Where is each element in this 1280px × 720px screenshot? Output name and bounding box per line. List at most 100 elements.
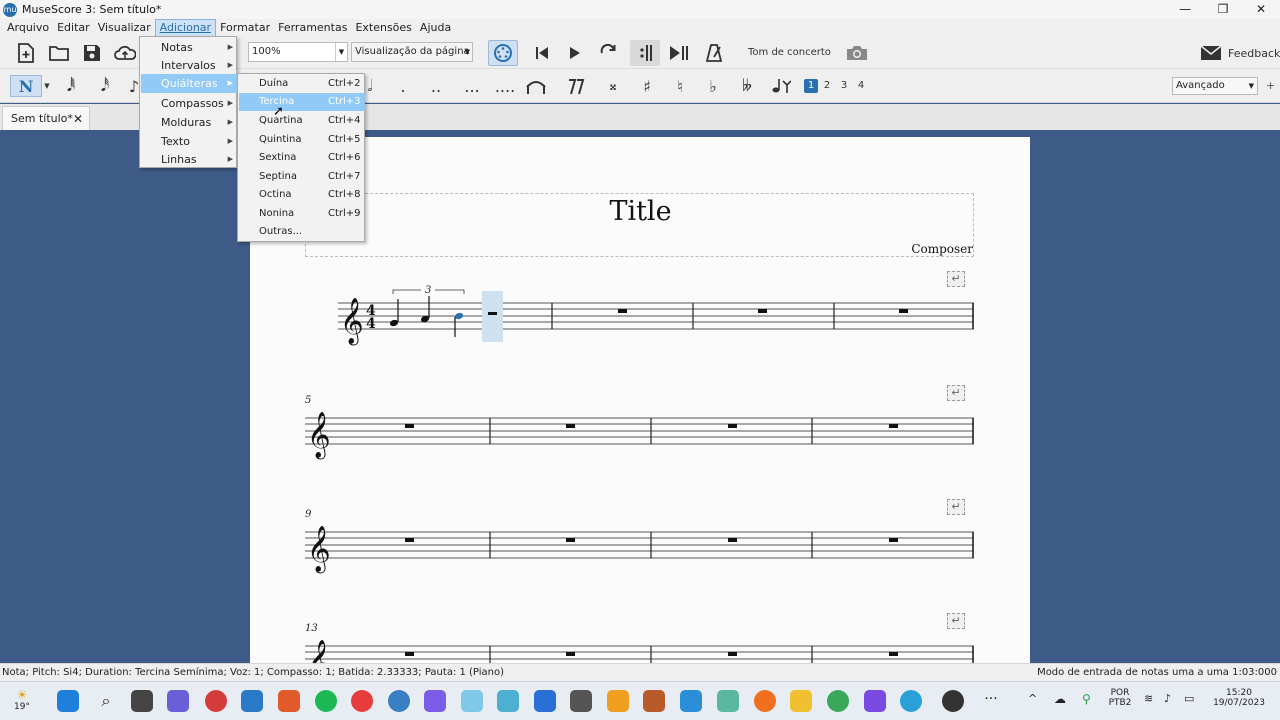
teams-icon[interactable] — [167, 690, 189, 712]
view-mode-select[interactable]: Visualização da página ▼ — [351, 42, 473, 62]
menu-item-sextina[interactable]: Sextina Ctrl+6 — [239, 149, 365, 167]
menu-adicionar[interactable]: Adicionar — [154, 19, 217, 37]
voice-1-button[interactable]: 1 — [804, 79, 818, 93]
language-indicator[interactable]: POR PTB2 — [1104, 688, 1136, 708]
augmentation-dot-icon[interactable]: . — [394, 75, 412, 97]
search-icon[interactable]: ⌕ — [95, 690, 117, 712]
menu-ferramentas[interactable]: Ferramentas — [274, 20, 351, 36]
flip-direction-icon[interactable] — [770, 75, 792, 97]
play-icon[interactable] — [563, 41, 587, 65]
menu-item-nonina[interactable]: Nonina Ctrl+9 — [239, 205, 365, 223]
chevron-down-icon[interactable]: ▼ — [335, 43, 347, 61]
sharp-icon[interactable]: ♯ — [637, 75, 657, 97]
triple-dot-icon[interactable]: ... — [460, 75, 484, 97]
voice-3-button[interactable]: 3 — [837, 79, 851, 93]
microphone-icon[interactable]: ⚲ — [1082, 692, 1091, 706]
menu-formatar[interactable]: Formatar — [216, 20, 274, 36]
menu-item-septina[interactable]: Septina Ctrl+7 — [239, 168, 365, 186]
64th-note-icon[interactable]: 𝅘𝅥𝅱 — [60, 75, 82, 97]
midi-input-icon[interactable] — [488, 40, 518, 66]
mail-icon[interactable] — [680, 690, 702, 712]
voice-2-button[interactable]: 2 — [820, 79, 834, 93]
repeat-playback-icon[interactable] — [630, 40, 660, 66]
close-tab-icon[interactable]: ✕ — [73, 107, 83, 131]
menu-editar[interactable]: Editar — [53, 20, 94, 36]
volume-icon[interactable]: ♪ — [1164, 692, 1171, 705]
menu-item-intervalos[interactable]: Intervalos ▶ — [141, 56, 237, 75]
menu-ajuda[interactable]: Ajuda — [416, 20, 455, 36]
open-folder-icon[interactable] — [47, 41, 71, 65]
save-icon[interactable] — [80, 41, 104, 65]
double-sharp-icon[interactable]: 𝄪 — [603, 75, 623, 97]
quadruple-dot-icon[interactable]: .... — [492, 75, 518, 97]
double-flat-icon[interactable]: 𝄫 — [736, 75, 758, 97]
menu-item-duina[interactable]: Duína Ctrl+2 — [239, 75, 365, 93]
natural-icon[interactable]: ♮ — [670, 75, 690, 97]
concert-pitch-button[interactable]: Tom de concerto — [748, 47, 831, 58]
loop-icon[interactable] — [596, 41, 620, 65]
new-file-icon[interactable] — [14, 41, 38, 65]
menu-item-notas[interactable]: Notas ▶ — [141, 38, 237, 57]
file-explorer-icon[interactable] — [790, 690, 812, 712]
notepad-icon[interactable] — [717, 690, 739, 712]
double-dot-icon[interactable]: .. — [426, 75, 446, 97]
firefox-icon[interactable] — [754, 690, 776, 712]
clock[interactable]: 15:20 19/07/2023 — [1208, 688, 1270, 708]
rewind-icon[interactable] — [530, 41, 554, 65]
app-icon[interactable] — [205, 690, 227, 712]
zoom-input[interactable]: 100% ▼ — [248, 42, 348, 62]
note-input-mode-button[interactable]: N — [10, 75, 42, 97]
task-view-icon[interactable] — [131, 690, 153, 712]
pan-score-icon[interactable] — [667, 41, 691, 65]
camera-icon[interactable] — [845, 41, 869, 65]
chevron-down-icon[interactable]: ▼ — [42, 75, 52, 97]
menu-item-molduras[interactable]: Molduras ▶ — [141, 113, 237, 132]
cloud-icon[interactable]: ☁ — [1054, 692, 1066, 706]
rest-icon[interactable] — [563, 75, 587, 97]
menu-item-linhas[interactable]: Linhas ▶ — [141, 150, 237, 169]
chevron-up-icon[interactable]: ^ — [1028, 692, 1037, 705]
menu-item-texto[interactable]: Texto ▶ — [141, 132, 237, 151]
app-icon[interactable] — [643, 690, 665, 712]
chrome-icon[interactable] — [827, 690, 849, 712]
menu-arquivo[interactable]: Arquivo — [3, 20, 53, 36]
wifi-icon[interactable]: ≋ — [1144, 692, 1153, 705]
feedback-button[interactable]: Feedback — [1200, 45, 1280, 61]
musescore-taskbar-icon[interactable] — [388, 690, 410, 712]
menu-item-compassos[interactable]: Compassos ▶ — [141, 94, 237, 113]
flat-icon[interactable]: ♭ — [703, 75, 723, 97]
obs-icon[interactable] — [942, 690, 964, 712]
cloud-upload-icon[interactable] — [113, 41, 137, 65]
workspace-select[interactable]: Avançado ▼ — [1172, 77, 1258, 95]
close-window-button[interactable]: ✕ — [1242, 0, 1280, 19]
app-icon[interactable] — [461, 690, 483, 712]
windows-start-icon[interactable] — [57, 690, 79, 712]
store-icon[interactable] — [241, 690, 263, 712]
app-icon[interactable] — [607, 690, 629, 712]
spotify-icon[interactable] — [315, 690, 337, 712]
minimize-button[interactable]: — — [1166, 0, 1204, 19]
metronome-icon[interactable] — [702, 41, 726, 65]
battery-icon[interactable]: ▭ — [1184, 692, 1194, 705]
tie-icon[interactable] — [524, 75, 548, 97]
menu-visualizar[interactable]: Visualizar — [94, 20, 155, 36]
menu-item-quartina[interactable]: Quartina Ctrl+4 — [239, 112, 365, 130]
menu-item-quialteras[interactable]: Quiálteras ▶ — [141, 74, 237, 93]
more-apps-icon[interactable]: ··· — [980, 690, 1002, 712]
telegram-icon[interactable] — [900, 690, 922, 712]
app-icon[interactable] — [497, 690, 519, 712]
menu-item-outras[interactable]: Outras... — [239, 223, 365, 241]
app-icon[interactable] — [278, 690, 300, 712]
score-page[interactable]: Title Composer ↵ ↵ ↵ ↵ 5 9 13 𝄞 4 4 3 𝄞 … — [250, 137, 1030, 667]
menu-item-quintina[interactable]: Quintina Ctrl+5 — [239, 131, 365, 149]
maximize-button[interactable]: ❐ — [1204, 0, 1242, 19]
menu-item-tercina[interactable]: Tercina Ctrl+3 — [239, 93, 365, 111]
add-workspace-button[interactable]: + — [1266, 79, 1275, 92]
weather-widget[interactable]: ☀ 19° — [8, 688, 36, 712]
menu-extensoes[interactable]: Extensões — [351, 20, 415, 36]
menu-item-octina[interactable]: Octina Ctrl+8 — [239, 186, 365, 204]
app-icon[interactable] — [424, 690, 446, 712]
tab-score[interactable]: Sem título* ✕ — [2, 106, 90, 130]
score-notation[interactable]: 𝄞 4 4 3 𝄞 𝄞 𝄞 — [250, 137, 1030, 667]
voice-4-button[interactable]: 4 — [854, 79, 868, 93]
